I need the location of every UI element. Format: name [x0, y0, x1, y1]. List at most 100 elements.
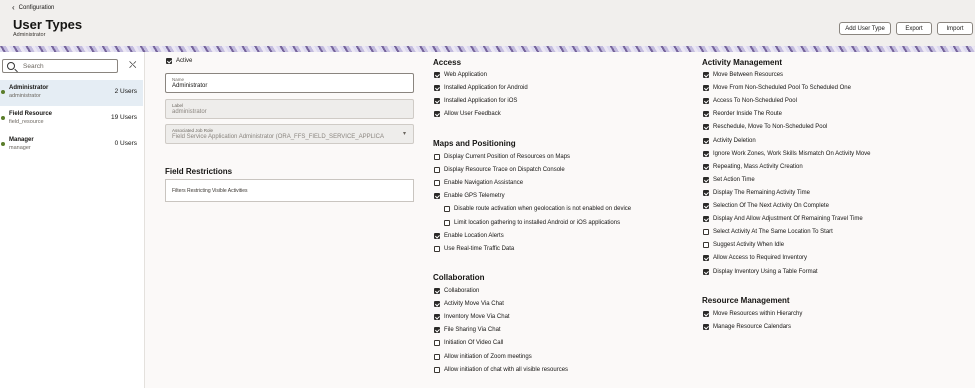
- maps-checkbox[interactable]: [434, 154, 440, 160]
- search-input[interactable]: Search: [2, 59, 118, 73]
- activity-checkbox[interactable]: [703, 124, 709, 131]
- activity-checkbox[interactable]: [703, 242, 709, 249]
- maps-checkbox[interactable]: [434, 193, 440, 200]
- breadcrumb[interactable]: ‹ Configuration: [12, 4, 54, 12]
- maps-option-row[interactable]: Use Real-time Traffic Data: [434, 245, 514, 252]
- maps-option-row[interactable]: Enable GPS Telemetry: [434, 193, 505, 200]
- access-option-row[interactable]: Allow User Feedback: [434, 111, 501, 118]
- name-field[interactable]: Name Administrator: [165, 73, 414, 93]
- collaboration-option-row[interactable]: File Sharing Via Chat: [434, 327, 501, 334]
- collaboration-option-row[interactable]: Collaboration: [434, 288, 479, 294]
- add-user-type-button[interactable]: Add User Type: [839, 22, 891, 35]
- activity-option-row[interactable]: Ignore Work Zones, Work Skills Mismatch …: [703, 150, 871, 157]
- maps-option-row[interactable]: Disable route activation when geolocatio…: [444, 206, 632, 213]
- collaboration-option-row[interactable]: Inventory Move Via Chat: [434, 314, 510, 321]
- list-item-administrator[interactable]: Administrator administrator 2 Users: [0, 80, 143, 106]
- export-button[interactable]: Export: [896, 22, 932, 35]
- collaboration-checkbox[interactable]: [434, 353, 440, 360]
- activity-checkbox[interactable]: [703, 255, 709, 262]
- activity-checkbox[interactable]: [703, 176, 709, 183]
- activity-checkbox[interactable]: [703, 216, 709, 223]
- activity-checkbox[interactable]: [703, 189, 709, 196]
- active-checkbox[interactable]: [166, 58, 172, 64]
- activity-checkbox[interactable]: [703, 229, 709, 236]
- activity-option-row[interactable]: Select Activity At The Same Location To …: [703, 229, 833, 236]
- activity-option-row[interactable]: Display The Remaining Activity Time: [703, 189, 810, 196]
- activity-option-label: Ignore Work Zones, Work Skills Mismatch …: [713, 150, 871, 157]
- activity-checkbox[interactable]: [703, 85, 709, 92]
- list-item-name: Administrator: [9, 85, 49, 91]
- chevron-left-icon[interactable]: ‹: [12, 4, 15, 12]
- activity-option-row[interactable]: Display And Allow Adjustment Of Remainin…: [703, 216, 863, 223]
- activity-checkbox[interactable]: [703, 163, 709, 170]
- activity-checkbox[interactable]: [703, 268, 709, 275]
- access-option-row[interactable]: Installed Application for Android: [434, 85, 528, 92]
- activity-option-row[interactable]: Set Action Time: [703, 176, 755, 183]
- activity-option-row[interactable]: Selection Of The Next Activity On Comple…: [703, 203, 829, 209]
- maps-checkbox[interactable]: [434, 180, 440, 187]
- maps-checkbox[interactable]: [434, 167, 440, 174]
- collaboration-option-label: Activity Move Via Chat: [444, 301, 504, 308]
- collaboration-checkbox[interactable]: [434, 327, 440, 334]
- access-checkbox[interactable]: [434, 111, 440, 118]
- resource-checkbox[interactable]: [703, 324, 709, 331]
- activity-checkbox[interactable]: [703, 111, 709, 118]
- activity-option-row[interactable]: Repeating, Mass Activity Creation: [703, 163, 803, 170]
- collaboration-option-label: File Sharing Via Chat: [444, 327, 501, 334]
- collaboration-checkbox[interactable]: [434, 288, 440, 294]
- field-restrictions-input[interactable]: Filters Restricting Visible Activities: [165, 179, 414, 202]
- maps-option-label: Disable route activation when geolocatio…: [454, 206, 632, 213]
- list-item-manager[interactable]: Manager manager 0 Users: [0, 132, 143, 158]
- resource-option-row[interactable]: Manage Resource Calendars: [703, 324, 791, 331]
- collaboration-option-row[interactable]: Allow initiation of chat with all visibl…: [434, 366, 568, 373]
- activity-option-row[interactable]: Reorder Inside The Route: [703, 111, 782, 118]
- collaboration-checkbox[interactable]: [434, 340, 440, 347]
- collaboration-option-row[interactable]: Activity Move Via Chat: [434, 301, 504, 308]
- access-option-row[interactable]: Installed Application for iOS: [434, 98, 517, 105]
- maps-checkbox[interactable]: [434, 232, 440, 239]
- collaboration-checkbox[interactable]: [434, 301, 440, 308]
- list-item-field-resource[interactable]: Field Resource field_resource 19 Users: [0, 106, 143, 132]
- activity-option-row[interactable]: Access To Non-Scheduled Pool: [703, 98, 797, 105]
- maps-checkbox[interactable]: [434, 245, 440, 252]
- filter-off-icon[interactable]: ⛌: [129, 60, 140, 71]
- access-checkbox[interactable]: [434, 85, 440, 92]
- maps-checkbox[interactable]: [444, 219, 450, 226]
- import-button[interactable]: Import: [937, 22, 973, 35]
- collaboration-checkbox[interactable]: [434, 366, 440, 373]
- search-icon: [7, 62, 15, 70]
- activity-checkbox[interactable]: [703, 150, 709, 157]
- active-checkbox-row[interactable]: Active: [166, 58, 192, 64]
- maps-option-row[interactable]: Display Resource Trace on Dispatch Conso…: [434, 167, 565, 174]
- activity-option-row[interactable]: Display Inventory Using a Table Format: [703, 268, 818, 275]
- activity-option-label: Selection Of The Next Activity On Comple…: [713, 203, 829, 209]
- collaboration-option-row[interactable]: Allow initiation of Zoom meetings: [434, 353, 532, 360]
- maps-option-row[interactable]: Enable Location Alerts: [434, 232, 504, 239]
- activity-option-row[interactable]: Reschedule, Move To Non-Scheduled Pool: [703, 124, 827, 131]
- collaboration-option-row[interactable]: Initiation Of Video Call: [434, 340, 503, 347]
- resource-option-row[interactable]: Move Resources within Hierarchy: [703, 311, 802, 317]
- activity-option-label: Repeating, Mass Activity Creation: [713, 163, 803, 170]
- resource-checkbox[interactable]: [703, 311, 709, 317]
- access-checkbox[interactable]: [434, 72, 440, 78]
- activity-option-row[interactable]: Suggest Activity When Idle: [703, 242, 784, 249]
- maps-checkbox[interactable]: [444, 206, 450, 213]
- maps-option-row[interactable]: Limit location gathering to installed An…: [444, 219, 620, 226]
- maps-option-row[interactable]: Display Current Position of Resources on…: [434, 154, 570, 160]
- activity-checkbox[interactable]: [703, 203, 709, 209]
- activity-checkbox[interactable]: [703, 72, 709, 78]
- access-option-row[interactable]: Web Application: [434, 72, 487, 78]
- dropdown-caret-icon[interactable]: ▾: [403, 130, 406, 137]
- label-field-value: administrator: [172, 109, 207, 115]
- breadcrumb-label[interactable]: Configuration: [19, 5, 55, 11]
- activity-checkbox[interactable]: [703, 98, 709, 105]
- job-role-select[interactable]: Associated Job Role Field Service Applic…: [165, 124, 414, 144]
- collaboration-checkbox[interactable]: [434, 314, 440, 321]
- activity-option-row[interactable]: Move Between Resources: [703, 72, 783, 78]
- activity-option-row[interactable]: Allow Access to Required Inventory: [703, 255, 807, 262]
- access-checkbox[interactable]: [434, 98, 440, 105]
- activity-option-row[interactable]: Move From Non-Scheduled Pool To Schedule…: [703, 85, 851, 92]
- maps-option-row[interactable]: Enable Navigation Assistance: [434, 180, 523, 187]
- activity-checkbox[interactable]: [703, 137, 709, 144]
- activity-option-row[interactable]: Activity Deletion: [703, 137, 756, 144]
